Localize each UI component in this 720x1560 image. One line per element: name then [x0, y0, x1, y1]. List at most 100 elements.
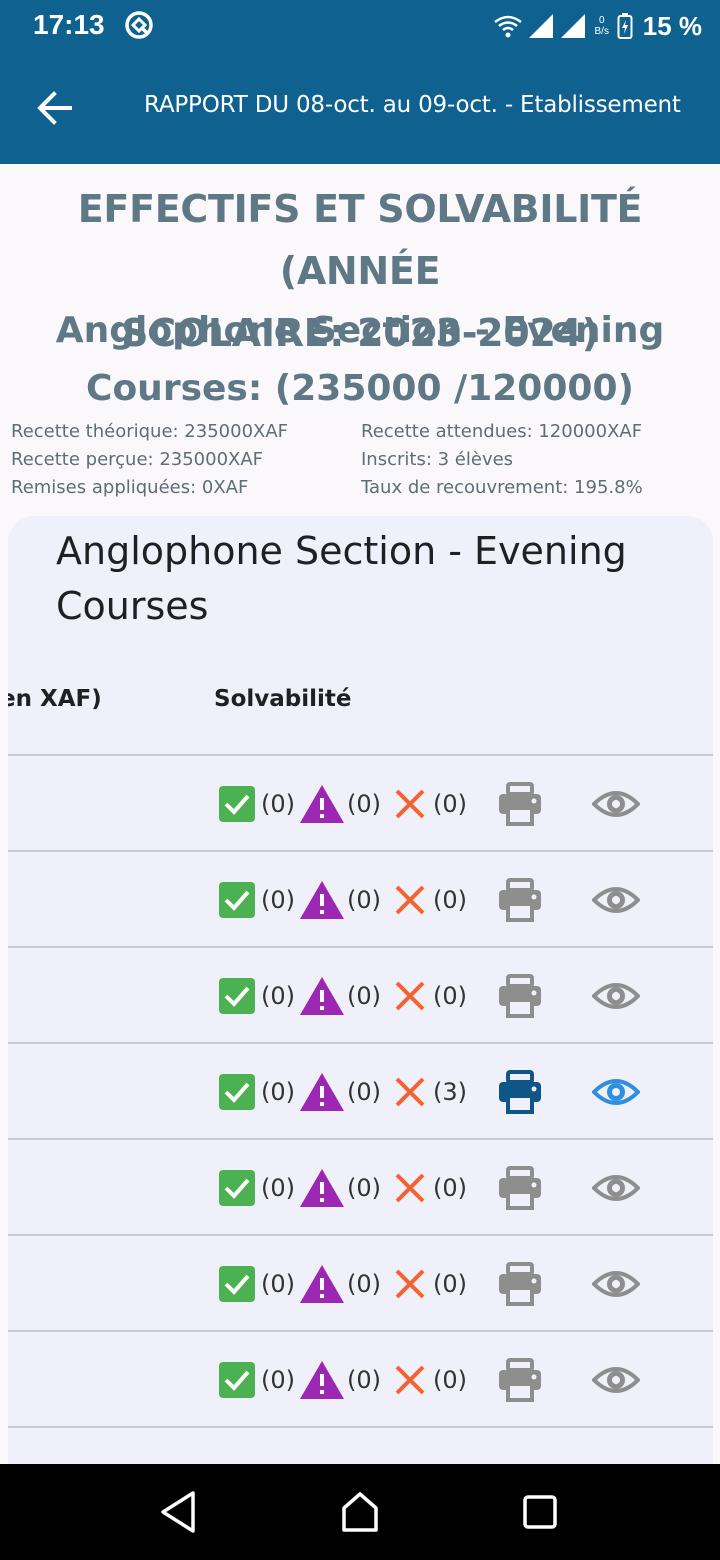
- count-ok: (0): [261, 886, 295, 914]
- count-unpaid: (0): [433, 886, 467, 914]
- table-row: (0) (0) (0): [8, 1332, 713, 1428]
- stat-recette-attendues: Recette attendues: 120000XAF: [361, 421, 643, 442]
- count-unpaid: (3): [433, 1078, 467, 1106]
- warning-triangle-icon: [300, 1073, 344, 1111]
- count-warning: (0): [347, 886, 381, 914]
- solvability-counts: (0) (0) (0): [219, 1360, 467, 1400]
- status-time: 17:13: [33, 9, 105, 40]
- count-ok: (0): [261, 790, 295, 818]
- eye-icon[interactable]: [592, 1168, 640, 1208]
- stat-inscrits: Inscrits: 3 élèves: [361, 449, 514, 470]
- table-row: (0) (0) (3): [8, 1044, 713, 1140]
- count-ok: (0): [261, 1270, 295, 1298]
- check-square-icon: [219, 978, 255, 1014]
- count-unpaid: (0): [433, 1174, 467, 1202]
- screen: 17:13 0 B/s 15 % RAPPORT DU 08-oct. au 0…: [0, 0, 720, 1560]
- eye-icon[interactable]: [592, 784, 640, 824]
- net-speed-unit: B/s: [594, 26, 609, 37]
- eye-icon[interactable]: [592, 880, 640, 920]
- printer-icon[interactable]: [496, 782, 544, 826]
- back-arrow-icon[interactable]: [34, 88, 78, 128]
- solvability-counts: (0) (0) (3): [219, 1072, 467, 1112]
- table-row: (0) (0) (0): [8, 948, 713, 1044]
- table-rows: (0) (0) (0) (0) (0) (0) (0) (0) (0) (0) …: [8, 756, 713, 1428]
- check-square-icon: [219, 1074, 255, 1110]
- check-square-icon: [219, 786, 255, 822]
- count-ok: (0): [261, 982, 295, 1010]
- table-row: (0) (0) (0): [8, 1140, 713, 1236]
- solvability-counts: (0) (0) (0): [219, 1264, 467, 1304]
- nav-recents-icon[interactable]: [522, 1494, 558, 1530]
- stat-recette-theorique: Recette théorique: 235000XAF: [11, 421, 289, 442]
- warning-triangle-icon: [300, 977, 344, 1015]
- page-title: RAPPORT DU 08-oct. au 09-oct. - Etabliss…: [144, 92, 681, 118]
- printer-icon[interactable]: [496, 974, 544, 1018]
- battery-percent: 15 %: [642, 10, 702, 41]
- status-icons: 0 B/s 15 %: [493, 8, 702, 44]
- table-row: (0) (0) (0): [8, 756, 713, 852]
- net-speed-value: 0: [598, 15, 605, 26]
- warning-triangle-icon: [300, 1169, 344, 1207]
- nav-home-icon[interactable]: [340, 1490, 380, 1534]
- section-card[interactable]: Anglophone Section - Evening Courses en …: [8, 516, 713, 1476]
- stat-remises: Remises appliquées: 0XAF: [11, 477, 249, 498]
- section-heading-line-2: Courses: (235000 /120000): [86, 368, 634, 409]
- printer-icon[interactable]: [496, 878, 544, 922]
- printer-icon[interactable]: [496, 1070, 544, 1114]
- x-icon: [395, 1269, 425, 1299]
- count-ok: (0): [261, 1174, 295, 1202]
- printer-icon[interactable]: [496, 1358, 544, 1402]
- app-notification-icon: [125, 11, 153, 39]
- eye-icon[interactable]: [592, 1072, 640, 1112]
- section-heading-line-1: Anglophone Section - Evening: [55, 310, 665, 351]
- x-icon: [395, 789, 425, 819]
- x-icon: [395, 1173, 425, 1203]
- signal-icon-2: [560, 14, 585, 38]
- count-warning: (0): [347, 790, 381, 818]
- x-icon: [395, 1365, 425, 1395]
- system-nav-bar: [0, 1464, 720, 1560]
- count-unpaid: (0): [433, 1270, 467, 1298]
- check-square-icon: [219, 1266, 255, 1302]
- solvability-counts: (0) (0) (0): [219, 880, 467, 920]
- report-heading-line-1: EFFECTIFS ET SOLVABILITÉ (ANNÉE: [77, 187, 643, 293]
- count-ok: (0): [261, 1366, 295, 1394]
- stat-taux: Taux de recouvrement: 195.8%: [361, 477, 643, 498]
- eye-icon[interactable]: [592, 1264, 640, 1304]
- card-title: Anglophone Section - Evening Courses: [56, 529, 627, 628]
- solvability-counts: (0) (0) (0): [219, 784, 467, 824]
- x-icon: [395, 1077, 425, 1107]
- column-header-solvability: Solvabilité: [214, 686, 352, 712]
- count-warning: (0): [347, 1366, 381, 1394]
- column-header-amount: en XAF): [8, 686, 102, 712]
- count-warning: (0): [347, 1174, 381, 1202]
- eye-icon[interactable]: [592, 1360, 640, 1400]
- printer-icon[interactable]: [496, 1166, 544, 1210]
- status-bar: 17:13 0 B/s 15 %: [0, 0, 720, 52]
- warning-triangle-icon: [300, 881, 344, 919]
- check-square-icon: [219, 882, 255, 918]
- warning-triangle-icon: [300, 785, 344, 823]
- table-row: (0) (0) (0): [8, 852, 713, 948]
- solvability-counts: (0) (0) (0): [219, 1168, 467, 1208]
- count-warning: (0): [347, 982, 381, 1010]
- eye-icon[interactable]: [592, 976, 640, 1016]
- count-unpaid: (0): [433, 982, 467, 1010]
- warning-triangle-icon: [300, 1361, 344, 1399]
- table-row: (0) (0) (0): [8, 1236, 713, 1332]
- signal-icon: [528, 14, 553, 38]
- net-speed: 0 B/s: [591, 15, 613, 37]
- solvability-counts: (0) (0) (0): [219, 976, 467, 1016]
- app-bar: RAPPORT DU 08-oct. au 09-oct. - Etabliss…: [0, 52, 720, 164]
- battery-charging-icon: [617, 13, 633, 39]
- printer-icon[interactable]: [496, 1262, 544, 1306]
- warning-triangle-icon: [300, 1265, 344, 1303]
- x-icon: [395, 885, 425, 915]
- count-ok: (0): [261, 1078, 295, 1106]
- nav-back-icon[interactable]: [158, 1489, 198, 1535]
- count-unpaid: (0): [433, 1366, 467, 1394]
- count-unpaid: (0): [433, 790, 467, 818]
- count-warning: (0): [347, 1078, 381, 1106]
- section-heading: Anglophone Section - Evening Courses: (2…: [20, 302, 700, 418]
- check-square-icon: [219, 1170, 255, 1206]
